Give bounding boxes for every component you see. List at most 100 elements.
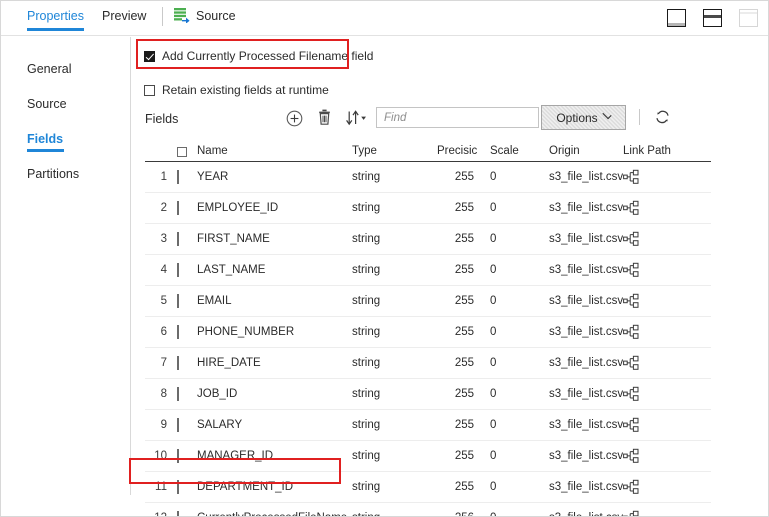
link-path-tree-icon[interactable] <box>623 448 639 464</box>
table-row[interactable]: 10 MANAGER_ID string 255 0 s3_file_list.csv <box>145 441 711 472</box>
row-select-checkbox[interactable] <box>177 356 179 370</box>
table-row[interactable]: 7 HIRE_DATE string 255 0 s3_file_list.csv <box>145 348 711 379</box>
add-filename-field-checkbox-row[interactable]: Add Currently Processed Filename field <box>144 49 373 63</box>
link-path-tree-icon[interactable] <box>623 479 639 495</box>
field-name: MANAGER_ID <box>197 450 274 462</box>
column-header-name: Name <box>197 145 228 157</box>
link-path-tree-icon[interactable] <box>623 169 639 185</box>
table-row[interactable]: 11 DEPARTMENT_ID string 255 0 s3_file_list.cs… <box>145 472 711 503</box>
add-field-icon[interactable] <box>286 110 303 127</box>
link-path-tree-icon[interactable] <box>623 200 639 216</box>
field-scale: 0 <box>490 481 497 493</box>
row-select-checkbox[interactable] <box>177 263 179 277</box>
table-row[interactable]: 3 FIRST_NAME string 255 0 s3_file_list.csv <box>145 224 711 255</box>
row-index: 10 <box>154 450 167 462</box>
fields-content-area: Add Currently Processed Filename field R… <box>129 36 768 516</box>
link-path-tree-icon[interactable] <box>623 262 639 278</box>
field-name: PHONE_NUMBER <box>197 326 295 338</box>
sidebar-item-partitions-label: Partitions <box>27 167 80 181</box>
row-select-checkbox[interactable] <box>177 480 179 494</box>
row-index: 7 <box>160 357 167 369</box>
row-select-checkbox[interactable] <box>177 449 179 463</box>
field-name: HIRE_DATE <box>197 357 261 369</box>
retain-existing-fields-checkbox-row[interactable]: Retain existing fields at runtime <box>144 83 329 97</box>
field-scale: 0 <box>490 388 497 400</box>
link-path-tree-icon[interactable] <box>623 386 639 402</box>
row-select-checkbox[interactable] <box>177 387 179 401</box>
layout-split-horizontal-icon[interactable] <box>703 9 722 27</box>
field-name: FIRST_NAME <box>197 233 270 245</box>
field-precision: 255 <box>454 326 474 338</box>
panel-layout-icon-group <box>667 9 758 27</box>
link-path-tree-icon[interactable] <box>623 510 639 516</box>
link-path-tree-icon[interactable] <box>623 417 639 433</box>
row-select-checkbox[interactable] <box>177 418 179 432</box>
retain-existing-fields-label: Retain existing fields at runtime <box>162 83 329 97</box>
field-scale: 0 <box>490 450 497 462</box>
table-row[interactable]: 4 LAST_NAME string 255 0 s3_file_list.csv <box>145 255 711 286</box>
sidebar-item-general[interactable]: General <box>27 62 71 76</box>
link-path-tree-icon[interactable] <box>623 293 639 309</box>
field-precision: 255 <box>454 450 474 462</box>
tab-preview[interactable]: Preview <box>102 9 146 23</box>
field-type: string <box>352 450 381 462</box>
field-scale: 0 <box>490 419 497 431</box>
row-select-checkbox[interactable] <box>177 170 179 184</box>
layout-single-pane-icon[interactable] <box>667 9 686 27</box>
fields-table: Name Type Precisic Scale Origin Link Pat… <box>145 138 711 516</box>
column-header-type: Type <box>352 145 377 157</box>
field-origin: s3_file_list.csv <box>549 419 624 431</box>
sidebar-item-partitions[interactable]: Partitions <box>27 167 79 181</box>
row-select-checkbox[interactable] <box>177 325 179 339</box>
sort-fields-icon[interactable] <box>346 110 368 126</box>
settings-sidebar: General Source Fields Partitions <box>1 36 130 496</box>
tab-source[interactable]: Source <box>174 8 236 23</box>
tab-properties[interactable]: Properties <box>27 9 84 31</box>
select-all-checkbox[interactable] <box>177 147 187 157</box>
sidebar-active-underline <box>27 149 65 152</box>
field-type: string <box>352 171 381 183</box>
sidebar-item-source[interactable]: Source <box>27 97 67 111</box>
field-scale: 0 <box>490 512 496 516</box>
layout-disabled-icon[interactable] <box>739 9 758 27</box>
refresh-icon[interactable] <box>654 109 671 125</box>
column-header-precision: Precisic <box>437 145 478 157</box>
column-header-scale: Scale <box>490 145 519 157</box>
row-select-checkbox[interactable] <box>177 201 179 215</box>
link-path-tree-icon[interactable] <box>623 355 639 371</box>
field-scale: 0 <box>490 357 497 369</box>
table-row[interactable]: 8 JOB_ID string 255 0 s3_file_list.csv <box>145 379 711 410</box>
retain-existing-fields-checkbox[interactable] <box>144 84 155 96</box>
field-type: string <box>352 202 381 214</box>
field-type: string <box>352 388 381 400</box>
row-select-checkbox[interactable] <box>177 294 179 308</box>
table-row[interactable]: 6 PHONE_NUMBER string 255 0 s3_file_list.csv <box>145 317 711 348</box>
field-type: string <box>352 295 381 307</box>
link-path-tree-icon[interactable] <box>623 231 639 247</box>
sidebar-item-fields[interactable]: Fields <box>27 132 65 152</box>
row-select-checkbox[interactable] <box>177 511 179 516</box>
field-origin: s3_file_list.csv <box>549 357 624 369</box>
table-row[interactable]: 2 EMPLOYEE_ID string 255 0 s3_file_list.csv <box>145 193 711 224</box>
add-filename-field-checkbox[interactable] <box>144 50 155 62</box>
tab-source-label: Source <box>196 8 236 23</box>
field-name: CurrentlyProcessedFileName <box>197 512 347 516</box>
field-origin: s3_file_list.csv <box>549 171 624 183</box>
field-precision: 255 <box>454 419 474 431</box>
add-filename-field-label: Add Currently Processed Filename field <box>162 49 374 63</box>
table-row[interactable]: 9 SALARY string 255 0 s3_file_list.csv <box>145 410 711 441</box>
field-precision: 255 <box>454 202 474 214</box>
delete-field-icon[interactable] <box>317 109 332 127</box>
link-path-tree-icon[interactable] <box>623 324 639 340</box>
row-index: 11 <box>155 481 167 493</box>
source-properties-panel: Properties Preview Source General Source… <box>0 0 769 517</box>
field-origin: s3_file_list.csv <box>549 295 624 307</box>
row-select-checkbox[interactable] <box>177 232 179 246</box>
table-row[interactable]: 5 EMAIL string 255 0 s3_file_list.csv <box>145 286 711 317</box>
options-button[interactable]: Options <box>541 105 626 130</box>
field-precision: 256 <box>440 512 474 516</box>
table-row[interactable]: 1 YEAR string 255 0 s3_file_list.csv <box>145 162 711 193</box>
table-row[interactable]: 12 CurrentlyProcessedFileName string 256 0 s3… <box>145 503 711 516</box>
sidebar-item-fields-label: Fields <box>27 132 64 146</box>
find-input[interactable] <box>376 107 539 128</box>
